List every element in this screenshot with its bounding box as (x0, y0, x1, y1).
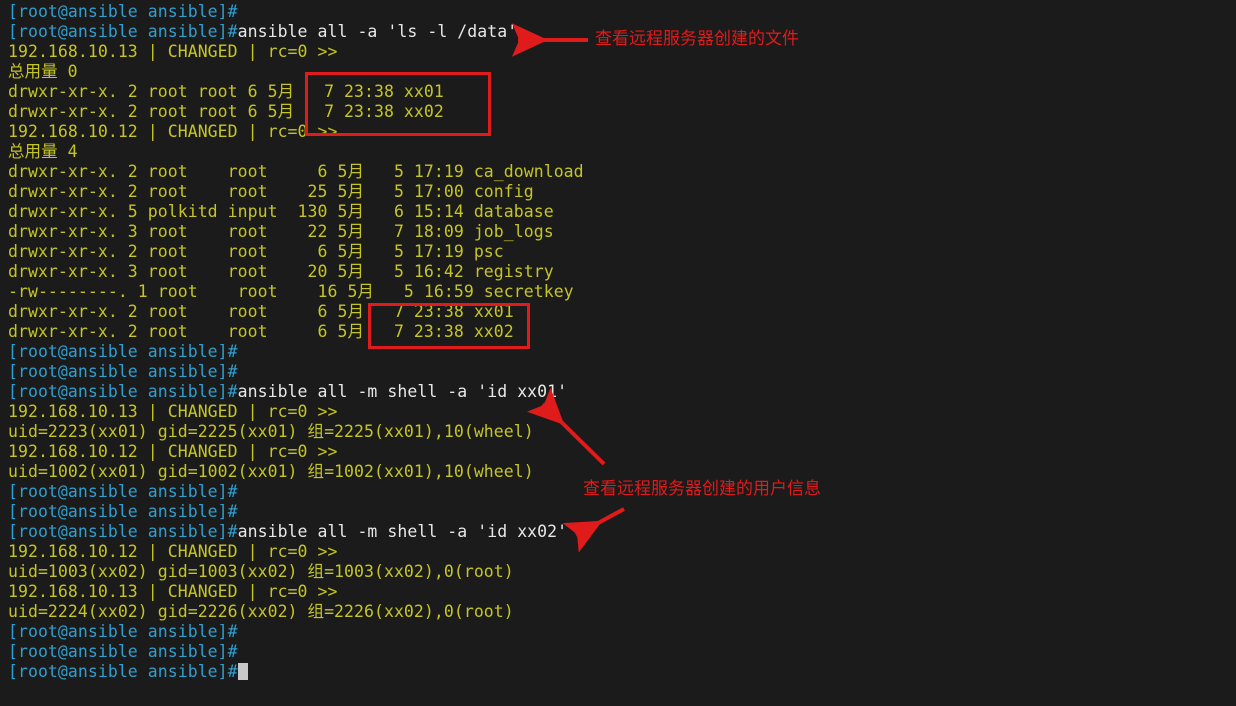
terminal-output-line: uid=2223(xx01) gid=2225(xx01) 组=2225(xx0… (8, 422, 1236, 442)
output-text: drwxr-xr-x. 5 polkitd input 130 5月 6 15:… (8, 202, 554, 221)
output-text: drwxr-xr-x. 2 root root 6 5月 7 23:38 xx0… (8, 102, 444, 121)
terminal-output-line: drwxr-xr-x. 2 root root 6 5月 5 17:19 psc (8, 242, 1236, 262)
terminal-output-line: 192.168.10.12 | CHANGED | rc=0 >> (8, 542, 1236, 562)
terminal-output-line: drwxr-xr-x. 2 root root 6 5月 7 23:38 xx0… (8, 102, 1236, 122)
terminal-output-line: drwxr-xr-x. 2 root root 6 5月 7 23:38 xx0… (8, 322, 1236, 342)
terminal-output-line: uid=1002(xx01) gid=1002(xx01) 组=1002(xx0… (8, 462, 1236, 482)
output-text: 192.168.10.12 | CHANGED | rc=0 >> (8, 442, 338, 461)
output-text: uid=1003(xx02) gid=1003(xx02) 组=1003(xx0… (8, 562, 514, 581)
shell-prompt: [root@ansible ansible]# (8, 642, 238, 661)
terminal-prompt-line: [root@ansible ansible]#ansible all -m sh… (8, 522, 1236, 542)
output-text: uid=2223(xx01) gid=2225(xx01) 组=2225(xx0… (8, 422, 534, 441)
output-text: drwxr-xr-x. 2 root root 25 5月 5 17:00 co… (8, 182, 534, 201)
terminal-output-line: 192.168.10.13 | CHANGED | rc=0 >> (8, 582, 1236, 602)
output-text: drwxr-xr-x. 2 root root 6 5月 7 23:38 xx0… (8, 322, 514, 341)
terminal-prompt-line: [root@ansible ansible]# (8, 2, 1236, 22)
output-text: 总用量 0 (8, 62, 78, 81)
output-text: 192.168.10.13 | CHANGED | rc=0 >> (8, 582, 338, 601)
output-text: 192.168.10.12 | CHANGED | rc=0 >> (8, 542, 338, 561)
terminal-output-line: drwxr-xr-x. 2 root root 6 5月 7 23:38 xx0… (8, 82, 1236, 102)
terminal-output-line: uid=1003(xx02) gid=1003(xx02) 组=1003(xx0… (8, 562, 1236, 582)
terminal-output-line: drwxr-xr-x. 2 root root 6 5月 5 17:19 ca_… (8, 162, 1236, 182)
terminal-output-area[interactable]: [root@ansible ansible]# [root@ansible ans… (0, 0, 1236, 706)
terminal-output-line: drwxr-xr-x. 3 root root 20 5月 5 16:42 re… (8, 262, 1236, 282)
terminal-output-line: drwxr-xr-x. 2 root root 6 5月 7 23:38 xx0… (8, 302, 1236, 322)
terminal-prompt-line: [root@ansible ansible]# (8, 342, 1236, 362)
terminal-prompt-line: [root@ansible ansible]#ansible all -a 'l… (8, 22, 1236, 42)
output-text: 192.168.10.13 | CHANGED | rc=0 >> (8, 402, 338, 421)
terminal-prompt-line: [root@ansible ansible]# (8, 482, 1236, 502)
shell-prompt: [root@ansible ansible]# (8, 502, 238, 521)
terminal-output-line: uid=2224(xx02) gid=2226(xx02) 组=2226(xx0… (8, 602, 1236, 622)
shell-prompt: [root@ansible ansible]# (8, 2, 238, 21)
terminal-prompt-line: [root@ansible ansible]# (8, 622, 1236, 642)
output-text: uid=1002(xx01) gid=1002(xx01) 组=1002(xx0… (8, 462, 534, 481)
terminal-screenshot: [root@ansible ansible]# [root@ansible ans… (0, 0, 1236, 706)
shell-prompt: [root@ansible ansible]# (8, 622, 238, 641)
terminal-output-line: 总用量 4 (8, 142, 1236, 162)
output-text: drwxr-xr-x. 3 root root 20 5月 5 16:42 re… (8, 262, 554, 281)
output-text: drwxr-xr-x. 2 root root 6 5月 7 23:38 xx0… (8, 302, 514, 321)
output-text: drwxr-xr-x. 3 root root 22 5月 7 18:09 jo… (8, 222, 554, 241)
output-text: 总用量 4 (8, 142, 78, 161)
shell-prompt: [root@ansible ansible]# (8, 362, 238, 381)
shell-command: ansible all -m shell -a 'id xx02' (237, 522, 568, 541)
output-text: 192.168.10.13 | CHANGED | rc=0 >> (8, 42, 338, 61)
terminal-output-line: drwxr-xr-x. 2 root root 25 5月 5 17:00 co… (8, 182, 1236, 202)
shell-prompt: [root@ansible ansible]# (8, 482, 238, 501)
output-text: drwxr-xr-x. 2 root root 6 5月 7 23:38 xx0… (8, 82, 444, 101)
text-cursor (237, 663, 248, 680)
terminal-output-line: 192.168.10.13 | CHANGED | rc=0 >> (8, 402, 1236, 422)
terminal-output-line: 192.168.10.13 | CHANGED | rc=0 >> (8, 42, 1236, 62)
shell-command: ansible all -m shell -a 'id xx01' (237, 382, 568, 401)
shell-command: ansible all -a 'ls -l /data' (237, 22, 518, 41)
shell-prompt: [root@ansible ansible]# (8, 662, 238, 681)
output-text: -rw--------. 1 root root 16 5月 5 16:59 s… (8, 282, 574, 301)
terminal-output-line: drwxr-xr-x. 3 root root 22 5月 7 18:09 jo… (8, 222, 1236, 242)
terminal-prompt-line: [root@ansible ansible]# (8, 642, 1236, 662)
terminal-prompt-line: [root@ansible ansible]#ansible all -m sh… (8, 382, 1236, 402)
output-text: 192.168.10.12 | CHANGED | rc=0 >> (8, 122, 338, 141)
terminal-output-line: 总用量 0 (8, 62, 1236, 82)
output-text: uid=2224(xx02) gid=2226(xx02) 组=2226(xx0… (8, 602, 514, 621)
shell-prompt: [root@ansible ansible]# (8, 342, 238, 361)
terminal-output-line: -rw--------. 1 root root 16 5月 5 16:59 s… (8, 282, 1236, 302)
output-text: drwxr-xr-x. 2 root root 6 5月 5 17:19 psc (8, 242, 504, 261)
shell-prompt: [root@ansible ansible]# (8, 382, 238, 401)
terminal-output-line: 192.168.10.12 | CHANGED | rc=0 >> (8, 442, 1236, 462)
shell-prompt: [root@ansible ansible]# (8, 22, 238, 41)
shell-prompt: [root@ansible ansible]# (8, 522, 238, 541)
terminal-output-line: 192.168.10.12 | CHANGED | rc=0 >> (8, 122, 1236, 142)
terminal-output-line: drwxr-xr-x. 5 polkitd input 130 5月 6 15:… (8, 202, 1236, 222)
terminal-prompt-line: [root@ansible ansible]# (8, 362, 1236, 382)
terminal-prompt-line: [root@ansible ansible]# (8, 502, 1236, 522)
output-text: drwxr-xr-x. 2 root root 6 5月 5 17:19 ca_… (8, 162, 584, 181)
terminal-prompt-line: [root@ansible ansible]# (8, 662, 1236, 682)
